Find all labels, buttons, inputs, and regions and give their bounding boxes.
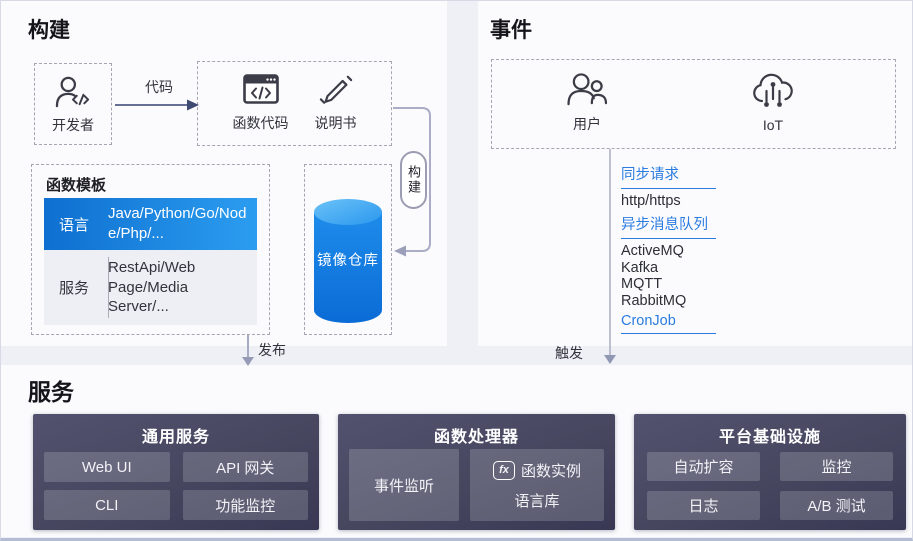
template-divider <box>108 257 109 318</box>
publish-label: 发布 <box>258 342 286 358</box>
services-section-title: 服务 <box>28 379 74 405</box>
async-queue-item: MQTT <box>621 276 663 292</box>
function-code-item: 函数代码 <box>233 74 289 133</box>
template-language-label: 语言 <box>59 216 90 234</box>
platform-infra-panel: 平台基础设施 自动扩容 监控 日志 A/B 测试 <box>634 414 906 530</box>
template-service-label: 服务 <box>59 280 90 297</box>
async-queue-item: Kafka <box>621 259 659 276</box>
async-queue-item: ActiveMQ <box>621 243 684 259</box>
auto-scaling-button[interactable]: 自动扩容 <box>647 452 760 481</box>
function-monitor-button[interactable]: 功能监控 <box>182 490 308 520</box>
build-pill: 构建 <box>400 151 427 209</box>
generic-services-title: 通用服务 <box>141 429 210 446</box>
template-language-value: Java/Python/Go/Node/Php/... <box>108 205 247 242</box>
async-queue-group: 异步消息队列 ActiveMQ Kafka MQTT RabbitMQ <box>621 213 741 309</box>
developer-label: 开发者 <box>52 117 94 133</box>
image-registry-node: 镜像仓库 <box>304 164 392 335</box>
template-row-language: 语言 Java/Python/Go/Node/Php/... <box>44 198 257 250</box>
build-panel: 构建 开发者 代码 函数代码 说明书 函数模板 语言 Java/Python/G… <box>1 1 447 358</box>
function-template-title: 函数模板 <box>46 177 107 194</box>
manual-label: 说明书 <box>314 115 357 131</box>
trigger-label: 触发 <box>555 345 583 361</box>
manual-item: 说明书 <box>315 74 357 133</box>
logs-button[interactable]: 日志 <box>647 491 760 520</box>
platform-infra-title: 平台基础设施 <box>718 429 821 446</box>
iot-source: IoT <box>750 72 796 133</box>
developer-node: 开发者 <box>34 63 112 145</box>
pen-icon <box>319 74 353 105</box>
language-library-label: 语言库 <box>514 492 560 510</box>
generic-services-panel: 通用服务 Web UI API 网关 CLI 功能监控 <box>33 414 319 530</box>
function-code-label: 函数代码 <box>232 115 289 131</box>
build-section-title: 构建 <box>28 19 70 42</box>
sync-request-group: 同步请求 http/https <box>621 163 741 210</box>
fx-icon: fx <box>492 460 515 480</box>
image-registry-label: 镜像仓库 <box>317 253 379 269</box>
code-window-icon <box>242 74 279 105</box>
function-processor-title: 函数处理器 <box>433 429 519 446</box>
template-service-value: RestApi/Web Page/Media Server/... <box>108 258 196 316</box>
user-source: 用户 <box>566 72 609 134</box>
cronjob-link[interactable]: CronJob <box>621 313 716 334</box>
async-queue-item: RabbitMQ <box>621 292 687 309</box>
users-icon <box>566 72 609 107</box>
cronjob-group: CronJob <box>621 313 741 338</box>
sync-request-link[interactable]: 同步请求 <box>621 163 716 189</box>
sync-request-item: http/https <box>621 193 681 209</box>
web-ui-button[interactable]: Web UI <box>44 452 170 482</box>
developer-icon <box>54 75 92 109</box>
database-cylinder-icon: 镜像仓库 <box>313 198 383 324</box>
iot-cloud-icon <box>750 72 796 110</box>
api-gateway-button[interactable]: API 网关 <box>182 452 308 482</box>
code-arrow-label: 代码 <box>145 79 173 95</box>
function-template-node: 函数模板 语言 Java/Python/Go/Node/Php/... 服务 R… <box>31 164 270 335</box>
event-sources-node: 用户 IoT <box>491 59 896 149</box>
events-section-title: 事件 <box>490 19 532 42</box>
function-instance-label: 函数实例 <box>520 462 581 480</box>
async-queue-link[interactable]: 异步消息队列 <box>621 213 716 239</box>
architecture-diagram: 构建 开发者 代码 函数代码 说明书 函数模板 语言 Java/Python/G… <box>0 0 913 541</box>
iot-label: IoT <box>762 117 784 133</box>
function-instance-line: fx 函数实例 <box>492 460 581 481</box>
monitoring-button[interactable]: 监控 <box>780 452 893 481</box>
function-processor-panel: 函数处理器 事件监听 fx 函数实例 语言库 <box>338 414 615 530</box>
function-instance-button[interactable]: fx 函数实例 语言库 <box>470 449 604 521</box>
function-code-node: 函数代码 说明书 <box>197 61 392 146</box>
ab-test-button[interactable]: A/B 测试 <box>780 491 893 520</box>
event-listener-button[interactable]: 事件监听 <box>349 449 459 521</box>
cli-button[interactable]: CLI <box>44 490 170 520</box>
template-row-service: 服务 RestApi/Web Page/Media Server/... <box>44 250 257 325</box>
user-label: 用户 <box>573 116 601 132</box>
build-pill-label: 构建 <box>406 165 421 195</box>
